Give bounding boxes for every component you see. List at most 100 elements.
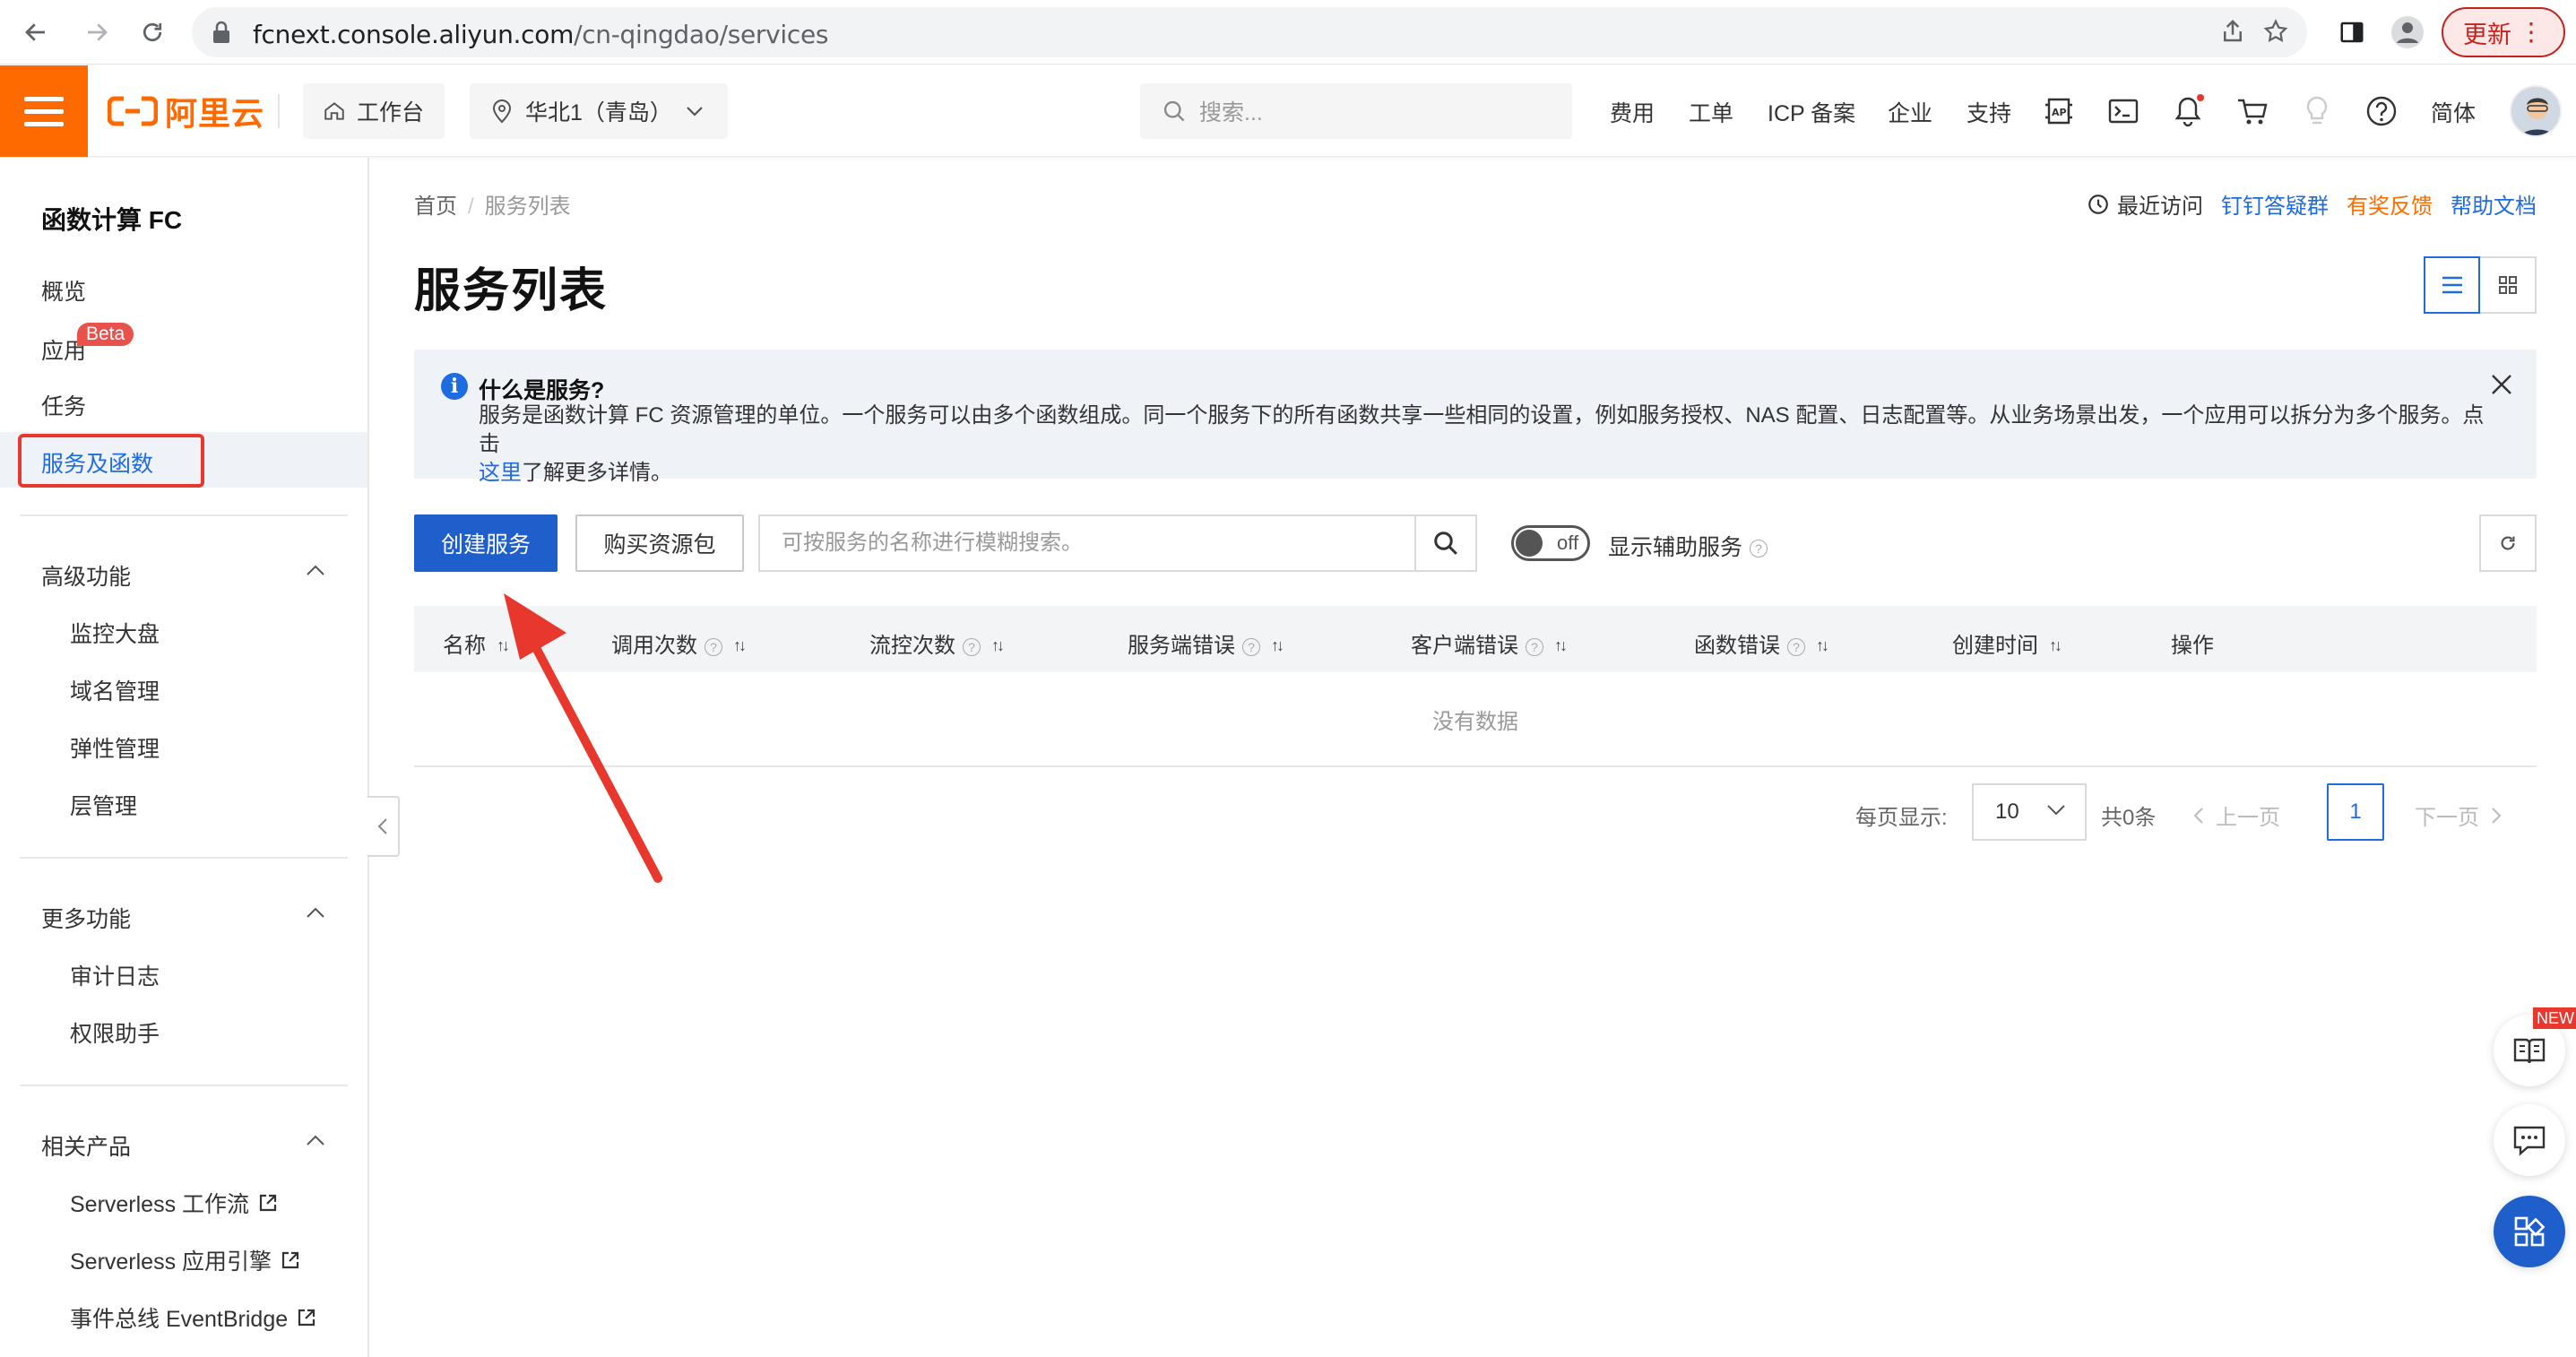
close-icon[interactable] [2488,371,2515,398]
address-bar[interactable]: fcnext.console.aliyun.com/cn-qingdao/ser… [192,7,2307,57]
help-docs-link[interactable]: 帮助文档 [2451,188,2537,220]
nav-support[interactable]: 支持 [1967,96,2011,128]
profile-icon[interactable] [2388,13,2427,52]
nav-enterprise[interactable]: 企业 [1888,96,1932,128]
cart-icon[interactable] [2235,94,2269,128]
column-server-errors[interactable]: 服务端错误? ↑↓ [1128,627,1284,659]
next-label: 下一页 [2415,806,2479,830]
share-icon[interactable] [2219,18,2248,47]
breadcrumb-home[interactable]: 首页 [414,194,457,219]
buy-resource-pack-button[interactable]: 购买资源包 [575,514,744,572]
sidebar-item-serverless-app-engine[interactable]: Serverless 应用引擎 [70,1244,300,1276]
bookmark-star-icon[interactable] [2262,18,2291,47]
sidebar-item-eventbridge[interactable]: 事件总线 EventBridge [70,1301,316,1334]
terminal-icon[interactable] [2106,94,2140,128]
next-page-button[interactable]: 下一页 [2415,800,2503,831]
sidebar-item-tasks[interactable]: 任务 [41,389,86,421]
forward-arrow-icon[interactable] [77,13,117,52]
sidebar-item-audit-log[interactable]: 审计日志 [70,959,160,991]
nav-tickets[interactable]: 工单 [1689,96,1733,128]
question-icon[interactable]: ? [705,637,722,656]
column-actions: 操作 [2171,627,2214,659]
column-function-errors[interactable]: 函数错误? ↑↓ [1694,627,1829,659]
sidebar-item-serverless-workflow[interactable]: Serverless 工作流 [70,1187,278,1219]
region-label: 华北1（青岛） [525,100,672,125]
nav-icp[interactable]: ICP 备案 [1768,96,1855,128]
chevron-up-icon[interactable] [305,905,326,924]
api-icon[interactable]: API [2042,94,2076,128]
update-button[interactable]: 更新 ⋮ [2442,7,2565,57]
float-apps-button[interactable] [2494,1196,2565,1267]
column-throttles[interactable]: 流控次数? ↑↓ [869,627,1005,659]
sort-icon[interactable]: ↑↓ [2049,636,2062,655]
nav-billing[interactable]: 费用 [1610,96,1655,128]
column-label: 客户端错误 [1411,634,1518,658]
chevron-up-icon[interactable] [305,563,326,582]
sidebar-item-permission-helper[interactable]: 权限助手 [70,1016,160,1049]
prev-page-button[interactable]: 上一页 [2192,800,2280,831]
book-icon [2513,1038,2546,1064]
lock-icon[interactable] [212,21,231,48]
group-more[interactable]: 更多功能 [41,902,131,934]
divider [20,857,348,859]
avatar[interactable] [2510,85,2562,137]
learn-more-link[interactable]: 这里 [479,461,522,485]
help-icon[interactable] [2364,94,2399,128]
notification-bell-icon[interactable] [2171,94,2205,128]
service-search-input[interactable] [760,516,1418,570]
sort-icon[interactable]: ↑↓ [733,636,747,655]
global-search-input[interactable]: 搜索... [1140,83,1572,139]
region-selector[interactable]: 华北1（青岛） [470,83,728,139]
column-created-time[interactable]: 创建时间 ↑↓ [1952,627,2062,659]
sidebar-item-elastic[interactable]: 弹性管理 [70,731,160,764]
info-title: 什么是服务? [479,378,605,403]
column-label: 操作 [2171,634,2214,658]
annotation-highlight-box [18,434,204,488]
update-label: 更新 [2463,21,2511,48]
service-search-button[interactable] [1416,514,1477,572]
more-vert-icon[interactable]: ⋮ [2519,20,2544,45]
sidebar-item-domains[interactable]: 域名管理 [70,674,160,706]
back-arrow-icon[interactable] [16,13,56,52]
chevron-up-icon[interactable] [305,1133,326,1152]
create-service-button[interactable]: 创建服务 [414,514,558,572]
feedback-link[interactable]: 有奖反馈 [2347,188,2433,220]
float-chat-button[interactable] [2494,1104,2565,1176]
reload-icon[interactable] [133,13,172,52]
sort-icon[interactable]: ↑↓ [1554,636,1568,655]
group-advanced[interactable]: 高级功能 [41,559,131,592]
aux-label-text: 显示辅助服务 [1608,535,1743,560]
page-size-select[interactable]: 10 [1972,783,2087,841]
show-aux-services-toggle[interactable]: off [1511,525,1590,561]
dingtalk-group-link[interactable]: 钉钉答疑群 [2221,188,2329,220]
language-switch[interactable]: 简体 [2431,96,2476,128]
url-text: fcnext.console.aliyun.com/cn-qingdao/ser… [253,20,829,49]
sort-icon[interactable]: ↑↓ [1271,636,1284,655]
info-icon: i [441,373,468,400]
question-icon[interactable]: ? [1242,637,1260,656]
refresh-button[interactable] [2479,514,2537,572]
lightbulb-icon[interactable] [2300,94,2334,128]
question-icon[interactable]: ? [1750,540,1768,558]
sort-icon[interactable]: ↑↓ [991,636,1005,655]
question-icon[interactable]: ? [1787,637,1805,656]
side-panel-icon[interactable] [2332,13,2372,52]
sidebar-item-overview[interactable]: 概览 [41,274,86,307]
sort-icon[interactable]: ↑↓ [1816,636,1829,655]
page-number-current[interactable]: 1 [2327,783,2384,841]
question-icon[interactable]: ? [963,637,981,656]
search-icon [1163,100,1185,122]
brand-name: 阿里云 [165,95,265,132]
aliyun-logo[interactable]: 阿里云 [108,91,264,132]
column-client-errors[interactable]: 客户端错误? ↑↓ [1411,627,1568,659]
external-link-icon [281,1251,299,1269]
grid-view-icon[interactable] [2480,258,2535,312]
sidebar-item-monitoring[interactable]: 监控大盘 [70,617,160,649]
list-view-icon[interactable] [2424,256,2481,314]
sidebar-item-label: Serverless 工作流 [70,1192,250,1217]
recent-visits-link[interactable]: 最近访问 [2087,188,2203,220]
group-related[interactable]: 相关产品 [41,1129,131,1162]
menu-icon[interactable] [0,65,88,157]
workbench-button[interactable]: 工作台 [303,83,445,139]
question-icon[interactable]: ? [1526,637,1543,656]
